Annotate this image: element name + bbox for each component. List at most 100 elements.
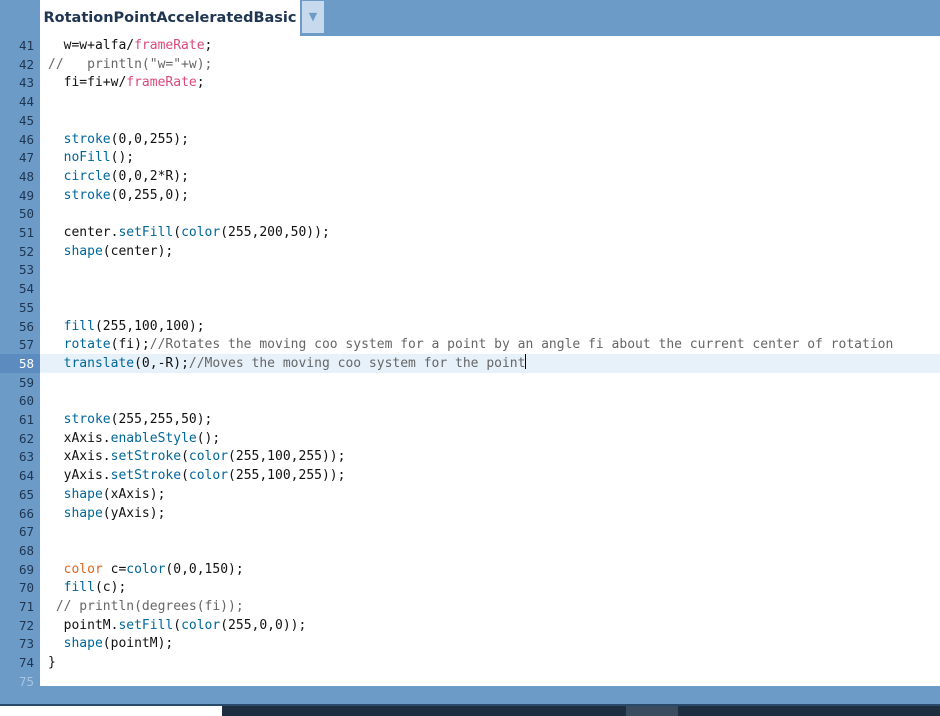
- code-line[interactable]: 71 // println(degrees(fi));: [0, 597, 940, 616]
- line-number: 51: [18, 225, 34, 240]
- code-text[interactable]: xAxis.enableStyle();: [48, 429, 221, 448]
- line-number: 66: [18, 505, 34, 521]
- code-line[interactable]: 44: [0, 92, 940, 111]
- console-scroll-thumb[interactable]: [626, 706, 678, 716]
- code-line[interactable]: 42 // println("w="+w);: [0, 55, 940, 74]
- code-token: xAxis.: [48, 430, 111, 446]
- code-text[interactable]: shape(yAxis);: [48, 504, 166, 523]
- code-token: (xAxis);: [102, 486, 166, 502]
- code-text[interactable]: stroke(0,0,255);: [48, 130, 189, 149]
- code-text[interactable]: w=w+alfa/frameRate;: [48, 36, 213, 55]
- code-line[interactable]: 45: [0, 111, 940, 130]
- code-text[interactable]: rotate(fi);//Rotates the moving coo syst…: [48, 335, 894, 354]
- code-line[interactable]: 55: [0, 298, 940, 317]
- code-line[interactable]: 49 stroke(0,255,0);: [0, 186, 940, 205]
- code-token: fill: [63, 318, 95, 334]
- code-token: (255,100,255));: [228, 468, 346, 484]
- tab-bar: RotationPointAcceleratedBasic ▼: [0, 0, 940, 36]
- code-token: pointM.: [48, 617, 119, 633]
- code-token: rotate: [63, 337, 111, 353]
- status-bar: [0, 686, 940, 706]
- line-number: 71: [18, 599, 34, 614]
- code-line[interactable]: 43 fi=fi+w/frameRate;: [0, 73, 940, 92]
- code-text[interactable]: center.setFill(color(255,200,50));: [48, 223, 330, 242]
- code-token: //Moves the moving coo system for the po…: [188, 355, 526, 371]
- code-token: fill: [63, 580, 95, 596]
- code-text[interactable]: fi=fi+w/frameRate;: [48, 73, 205, 92]
- code-line[interactable]: 62 xAxis.enableStyle();: [0, 429, 940, 448]
- line-number: 59: [18, 374, 34, 390]
- code-token: stroke: [63, 131, 111, 147]
- code-token: // println(degrees(fi));: [48, 599, 244, 614]
- code-line[interactable]: 59: [0, 373, 940, 392]
- code-line[interactable]: 68: [0, 541, 940, 560]
- code-text[interactable]: // println(degrees(fi));: [48, 597, 244, 616]
- code-token: center.: [48, 225, 119, 240]
- code-text[interactable]: shape(xAxis);: [48, 485, 166, 504]
- code-text[interactable]: shape(pointM);: [48, 634, 174, 653]
- code-line[interactable]: 64 yAxis.setStroke(color(255,100,255));: [0, 466, 940, 485]
- code-text[interactable]: pointM.setFill(color(255,0,0));: [48, 616, 307, 635]
- code-text[interactable]: stroke(0,255,0);: [48, 186, 189, 205]
- code-line[interactable]: 57 rotate(fi);//Rotates the moving coo s…: [0, 335, 940, 354]
- code-token: frameRate: [126, 75, 197, 91]
- code-line[interactable]: 65 shape(xAxis);: [0, 485, 940, 504]
- code-line[interactable]: 73 shape(pointM);: [0, 634, 940, 653]
- line-number: 68: [18, 542, 34, 558]
- code-line[interactable]: 66 shape(yAxis);: [0, 504, 940, 523]
- code-text[interactable]: noFill();: [48, 148, 134, 167]
- code-line[interactable]: 46 stroke(0,0,255);: [0, 130, 940, 149]
- line-number: 45: [18, 112, 34, 128]
- code-line[interactable]: 50: [0, 204, 940, 223]
- code-line[interactable]: 74}: [0, 653, 940, 672]
- code-line[interactable]: 69 color c=color(0,0,150);: [0, 560, 940, 579]
- code-text[interactable]: xAxis.setStroke(color(255,100,255));: [48, 447, 346, 466]
- code-token: ;: [196, 75, 205, 91]
- code-token: color: [181, 617, 221, 633]
- code-text[interactable]: yAxis.setStroke(color(255,100,255));: [48, 466, 346, 485]
- code-line[interactable]: 52 shape(center);: [0, 242, 940, 261]
- code-line[interactable]: 60: [0, 391, 940, 410]
- code-token: enableStyle: [110, 430, 197, 446]
- code-line[interactable]: 72 pointM.setFill(color(255,0,0));: [0, 616, 940, 635]
- code-text[interactable]: shape(center);: [48, 242, 174, 261]
- tab-sketch[interactable]: RotationPointAcceleratedBasic: [40, 0, 300, 36]
- code-token: setStroke: [110, 468, 182, 484]
- code-token: (fi);: [110, 337, 150, 353]
- code-text[interactable]: circle(0,0,2*R);: [48, 167, 189, 186]
- code-token: color: [126, 561, 166, 577]
- code-text[interactable]: fill(255,100,100);: [48, 317, 205, 336]
- code-token: frameRate: [134, 38, 205, 53]
- code-line[interactable]: 56 fill(255,100,100);: [0, 317, 940, 336]
- console-tab[interactable]: [0, 706, 222, 716]
- code-line[interactable]: 54: [0, 279, 940, 298]
- code-text[interactable]: translate(0,-R);//Moves the moving coo s…: [48, 353, 527, 373]
- code-token: (: [173, 617, 182, 633]
- code-editor[interactable]: 41 w=w+alfa/frameRate; 42// println("w="+…: [0, 36, 940, 689]
- code-line[interactable]: 53: [0, 260, 940, 279]
- code-text[interactable]: color c=color(0,0,150);: [48, 560, 244, 579]
- line-number: 49: [18, 187, 34, 203]
- code-line[interactable]: 67: [0, 522, 940, 541]
- code-line[interactable]: 61 stroke(255,255,50);: [0, 410, 940, 429]
- code-token: (0,0,2*R);: [110, 168, 189, 184]
- code-token: w=w+alfa/: [48, 38, 135, 53]
- code-line[interactable]: 48 circle(0,0,2*R);: [0, 167, 940, 186]
- code-line[interactable]: 47 noFill();: [0, 148, 940, 167]
- code-line[interactable]: 58 translate(0,-R);//Moves the moving co…: [0, 353, 940, 373]
- code-token: (255,100,255));: [228, 449, 346, 465]
- code-line[interactable]: 41 w=w+alfa/frameRate;: [0, 36, 940, 55]
- tab-menu-arrow-icon[interactable]: ▼: [302, 1, 324, 33]
- code-text[interactable]: stroke(255,255,50);: [48, 410, 213, 429]
- code-line[interactable]: 63 xAxis.setStroke(color(255,100,255));: [0, 447, 940, 466]
- code-text[interactable]: }: [48, 653, 56, 672]
- code-text[interactable]: // println("w="+w);: [48, 55, 212, 74]
- code-line[interactable]: 70 fill(c);: [0, 578, 940, 597]
- code-line[interactable]: 51 center.setFill(color(255,200,50));: [0, 223, 940, 242]
- line-number: 70: [18, 580, 34, 596]
- code-text[interactable]: fill(c);: [48, 578, 127, 597]
- code-token: translate: [63, 355, 135, 371]
